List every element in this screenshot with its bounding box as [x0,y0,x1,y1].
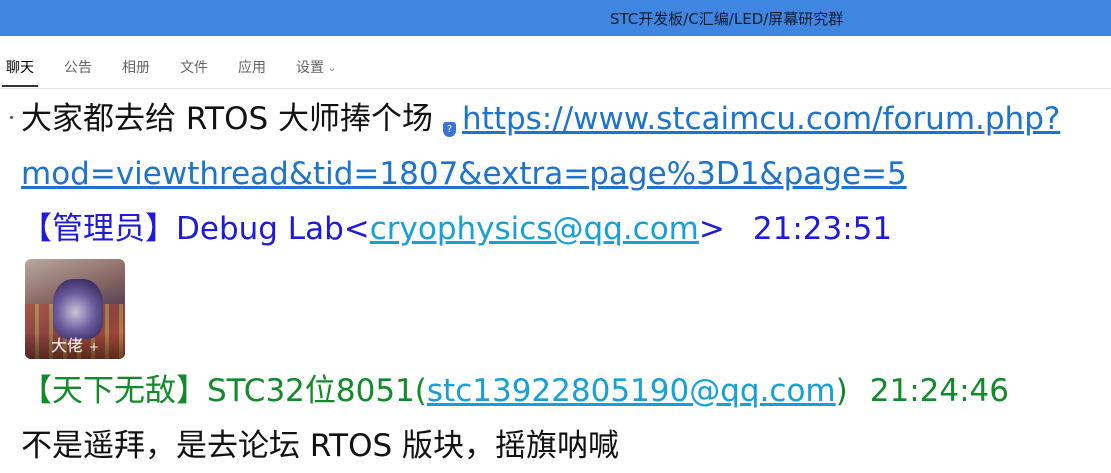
message-2-header: 【管理员】Debug Lab<cryophysics@qq.com> 21:23:… [21,214,892,245]
bracket-close: 】 [145,211,176,247]
email-open: ( [414,373,427,409]
message-3-text: 不是遥拜，是去论坛 RTOS 版块，摇旗呐喊 [21,428,620,464]
message-1-text: 大家都去给 RTOS 大师捧个场 [21,101,434,137]
sender-name[interactable]: STC32位8051 [207,373,415,409]
email-close: ) [835,373,848,409]
tab-announcements-label: 公告 [64,60,92,76]
shield-question-icon: ? [443,122,457,137]
window-title: STC开发板/C汇编/LED/屏幕研究群 [610,10,844,28]
message-1-link[interactable]: https://www.stcaimcu.com/forum.php? [462,101,1060,137]
sender-email-link[interactable]: cryophysics@qq.com [370,211,699,247]
bracket-close: 】 [176,373,207,409]
window-titlebar: STC开发板/C汇编/LED/屏幕研究群 [0,0,1111,36]
tab-apps-label: 应用 [238,60,266,76]
image-figure [53,279,103,339]
message-1-link-continued[interactable]: mod=viewthread&tid=1807&extra=page%3D1&p… [21,156,907,192]
sender-email-link[interactable]: stc13922805190@qq.com [427,373,836,409]
bullet-dot [10,116,13,119]
message-1-line-2: mod=viewthread&tid=1807&extra=page%3D1&p… [21,159,907,190]
sticker-caption-text: 大佬 [50,336,83,355]
tab-settings[interactable]: 设置 ⌄ [296,57,336,77]
message-time: 21:24:46 [869,373,1009,409]
message-time: 21:23:51 [752,211,893,247]
tab-chat[interactable]: 聊天 [2,57,38,87]
tab-announcements[interactable]: 公告 [64,57,92,77]
sticker-caption: 大佬 + [25,333,125,359]
tab-album-label: 相册 [122,60,150,76]
sender-name[interactable]: Debug Lab [176,211,344,247]
bracket-open: 【 [21,211,52,247]
tab-apps[interactable]: 应用 [238,57,266,77]
message-3-header: 【天下无敌】STC32位8051(stc13922805190@qq.com) 2… [21,376,1009,407]
chevron-down-icon: ⌄ [328,63,337,74]
sender-role-badge: 天下无敌 [52,373,176,409]
sticker-image[interactable]: 大佬 + [25,259,125,359]
tab-settings-label: 设置 [296,60,324,76]
email-open: < [343,211,370,247]
tab-bar: 聊天 公告 相册 文件 应用 设置 ⌄ [0,36,1111,89]
tab-album[interactable]: 相册 [122,57,150,77]
add-sticker-icon[interactable]: + [89,340,99,354]
bracket-open: 【 [21,373,52,409]
tab-files[interactable]: 文件 [180,57,208,77]
tab-files-label: 文件 [180,60,208,76]
sender-role-badge: 管理员 [52,211,145,247]
email-close: > [698,211,725,247]
tab-chat-label: 聊天 [6,60,34,76]
message-1-line-1: 大家都去给 RTOS 大师捧个场? https://www.stcaimcu.co… [21,104,1060,137]
tab-active-indicator [2,85,38,87]
